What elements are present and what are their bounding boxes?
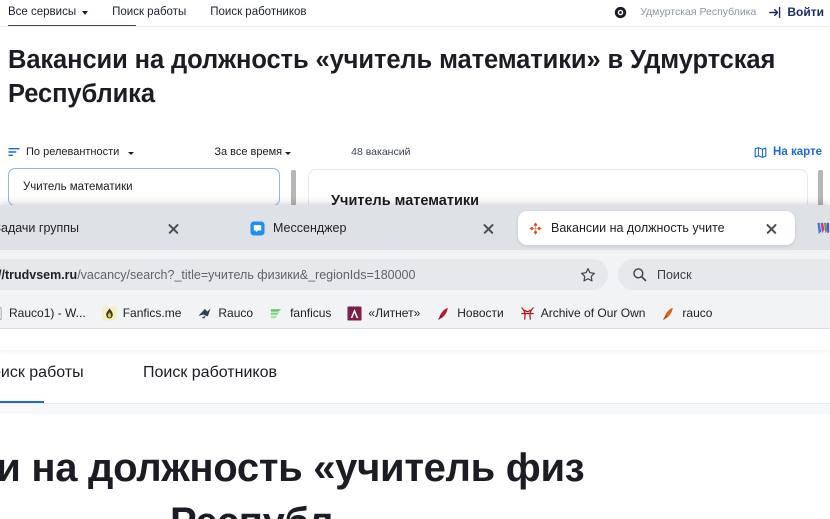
login-label: Войти xyxy=(787,5,824,19)
vacancy-result-card[interactable]: Учитель математики xyxy=(308,169,808,209)
top-nav-links: Все сервисы Поиск работы Поиск работнико… xyxy=(0,6,307,18)
url-domain: //trudvsem.ru xyxy=(0,267,78,282)
browser-tab-3-active[interactable]: Вакансии на должность учите xyxy=(518,211,795,245)
messenger-icon xyxy=(250,220,265,236)
front-nav-worker-search[interactable]: Поиск работников xyxy=(143,364,277,382)
map-view-label: На карте xyxy=(773,146,822,158)
bookmark-fanfics[interactable]: Fanfics.me xyxy=(94,305,190,321)
browser-tab-1-title: 1483) Задачи группы xyxy=(0,221,80,235)
browser-tab-2-title: Мессенджер xyxy=(273,221,347,235)
left-scroll-marker[interactable] xyxy=(291,170,296,206)
bookmark-ao3[interactable]: Archive of Our Own xyxy=(512,306,654,321)
login-arrow-icon xyxy=(769,6,781,18)
site-top-navigation: Все сервисы Поиск работы Поиск работнико… xyxy=(0,0,830,24)
feather-orange-icon xyxy=(663,307,674,320)
eye-icon[interactable] xyxy=(614,6,627,19)
nav-worker-search[interactable]: Поиск работников xyxy=(210,6,306,18)
nav-job-search[interactable]: Поиск работы xyxy=(112,6,186,18)
magnifier-icon xyxy=(633,268,647,282)
browser-search-box[interactable]: Поиск xyxy=(618,259,830,290)
rauco-bird-icon xyxy=(198,307,211,319)
nav-all-services-label: Все сервисы xyxy=(8,6,77,18)
bookmark-rauco1-label: Rauco1) - W... xyxy=(9,306,86,320)
fanfics-flame-icon xyxy=(102,305,117,321)
login-button[interactable]: Войти xyxy=(769,5,824,19)
front-page-nav: оиск работы Поиск работников xyxy=(0,358,830,392)
browser-tab-4[interactable] xyxy=(806,211,830,245)
map-icon xyxy=(754,146,767,158)
top-nav-divider xyxy=(0,26,830,27)
chevron-down-icon xyxy=(285,151,292,155)
region-selector[interactable]: Удмуртская Республика xyxy=(640,6,756,18)
filter-bar: По релевантности За все время 48 ваканси… xyxy=(0,140,830,164)
bookmark-litnet-label: «Литнет» xyxy=(368,306,421,320)
litnet-icon xyxy=(347,305,362,321)
search-input[interactable]: Учитель математики xyxy=(8,168,280,206)
nav-worker-search-label: Поиск работников xyxy=(210,6,307,18)
sort-dropdown[interactable]: По релевантности xyxy=(0,146,135,158)
period-dropdown[interactable]: За все время xyxy=(214,146,292,158)
front-nav-job-search[interactable]: оиск работы xyxy=(0,364,84,382)
front-page-title-line1: ии на должность «учитель физ xyxy=(0,446,585,490)
browser-tab-2[interactable]: Мессенджер xyxy=(240,211,512,245)
front-trudvsem-page: оиск работы Поиск работников ии на должн… xyxy=(0,350,830,519)
trudvsem-icon xyxy=(529,221,542,235)
browser-tab-strip: 1483) Задачи группы Мессенджер xyxy=(0,205,830,250)
search-row: Учитель математики Учитель математики xyxy=(0,168,830,209)
page-title: Вакансии на должность «учитель математик… xyxy=(8,46,776,108)
nav-all-services[interactable]: Все сервисы xyxy=(8,6,89,18)
map-view-link[interactable]: На карте xyxy=(754,140,822,164)
close-icon[interactable] xyxy=(481,221,496,236)
sort-label: По релевантности xyxy=(26,146,120,158)
bookmark-rauco-2[interactable]: rauco xyxy=(653,306,720,321)
close-icon[interactable] xyxy=(166,221,181,236)
top-nav-actions: Удмуртская Республика Войти xyxy=(614,0,824,24)
ao3-icon xyxy=(520,306,534,320)
bookmark-rauco2-label: rauco xyxy=(682,306,713,320)
browser-tab-1[interactable]: 1483) Задачи группы xyxy=(0,211,225,245)
generic-page-icon xyxy=(0,306,2,320)
period-label: За все время xyxy=(214,146,283,158)
close-icon[interactable] xyxy=(764,221,779,236)
sort-lines-icon xyxy=(8,147,20,157)
bookmark-fanficus-label: fanficus xyxy=(290,306,332,320)
nav-job-search-label: Поиск работы xyxy=(112,6,187,18)
browser-toolbar: //trudvsem.ru/vacancy/search?_title=учит… xyxy=(0,250,830,298)
browser-content-top-edge xyxy=(0,328,830,350)
wiki-colorful-icon xyxy=(817,222,830,234)
bookmark-rauco-label: Rauco xyxy=(218,306,254,320)
bookmark-fanfics-label: Fanfics.me xyxy=(122,306,182,320)
chevron-down-icon xyxy=(128,151,135,155)
address-bar[interactable]: //trudvsem.ru/vacancy/search?_title=учит… xyxy=(0,259,608,290)
bookmark-fanficus[interactable]: fanficus xyxy=(261,306,339,321)
feather-icon xyxy=(438,307,448,320)
vacancy-count: 48 вакансий xyxy=(351,146,411,158)
screenshot-root: Все сервисы Поиск работы Поиск работнико… xyxy=(0,0,830,519)
bookmark-novosti[interactable]: Новости xyxy=(428,306,511,321)
bookmark-rauco1[interactable]: Rauco1) - W... xyxy=(0,306,94,321)
url-text: //trudvsem.ru/vacancy/search?_title=учит… xyxy=(0,268,576,282)
url-path: /vacancy/search?_title=учитель физики&_r… xyxy=(77,267,416,282)
browser-search-placeholder: Поиск xyxy=(657,267,692,282)
star-bookmark-icon[interactable] xyxy=(580,267,596,283)
chevron-down-icon xyxy=(82,11,89,15)
fanficus-icon xyxy=(270,308,282,318)
bookmarks-bar: Rauco1) - W... Fanfics.me Rauco fanficus… xyxy=(0,298,830,328)
bookmark-litnet[interactable]: «Литнет» xyxy=(339,305,428,321)
front-page-band xyxy=(0,404,830,414)
browser-tab-3-title: Вакансии на должность учите xyxy=(551,221,725,235)
bookmark-novosti-label: Новости xyxy=(457,306,504,320)
browser-window: 1483) Задачи группы Мессенджер xyxy=(0,205,830,350)
bookmark-rauco[interactable]: Rauco xyxy=(189,306,261,321)
front-page-title-line2: Республ xyxy=(170,496,830,519)
right-scroll-marker[interactable] xyxy=(818,170,823,206)
bookmark-ao3-label: Archive of Our Own xyxy=(540,306,646,320)
search-input-value: Учитель математики xyxy=(23,181,133,193)
